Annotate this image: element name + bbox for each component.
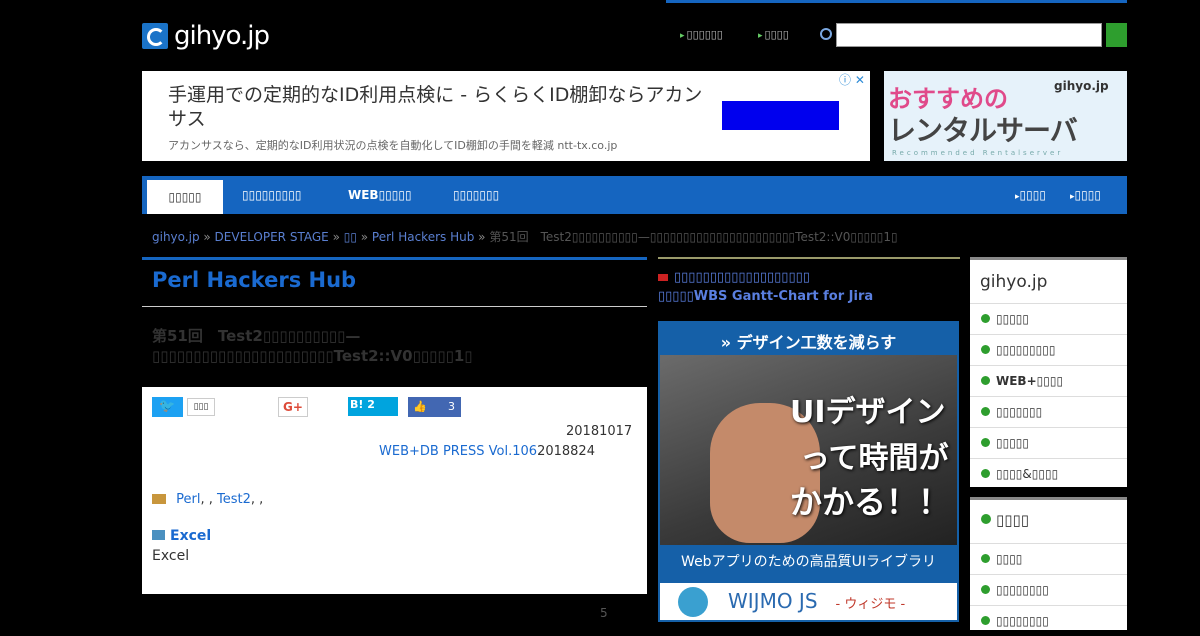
facebook-like-button[interactable]: 👍 3 <box>408 397 461 417</box>
sidebar-item-5[interactable]: ▯▯▯▯▯ <box>970 427 1127 457</box>
play-icon <box>152 530 165 540</box>
wijmo-ad-text3: かかる！！ <box>790 483 951 521</box>
tag-test2[interactable]: Test2 <box>217 492 251 507</box>
ad-headline[interactable]: 手運用での定期的なID利用点検に - らくらくID棚卸ならアカンサス <box>168 83 708 131</box>
wijmo-ad-top: » デザイン工数を減らす <box>720 333 897 352</box>
section-title[interactable]: Perl Hackers Hub <box>152 268 356 292</box>
hatena-bookmark-button[interactable]: B! 2 <box>348 397 398 416</box>
promo-link-1-text: ▯▯▯▯▯▯▯▯▯▯▯▯▯▯▯▯▯▯▯ <box>674 270 810 285</box>
ad-subtext: アカンサスなら、定期的なID利用状況の点検を自動化してID棚卸の手間を軽減 nt… <box>168 139 618 152</box>
article-tags: Perl, , Test2, , <box>152 492 263 507</box>
tag-icon <box>152 494 166 504</box>
search-input[interactable] <box>836 23 1102 47</box>
header-link-1[interactable]: ▯▯▯▯▯▯ <box>680 28 723 41</box>
logo-text: gihyo.jp <box>174 21 270 51</box>
wijmo-ad[interactable]: » デザイン工数を減らす UIデザイン って時間が かかる！！ Webアプリのた… <box>658 321 959 622</box>
ad-cta-button[interactable] <box>722 101 839 130</box>
twitter-count: ▯▯▯ <box>187 398 215 416</box>
promo-link-2[interactable]: ▯▯▯▯▯WBS Gantt-Chart for Jira <box>658 289 873 304</box>
nav-item-web[interactable]: WEB▯▯▯▯▯ <box>348 176 412 214</box>
header-link-2[interactable]: ▯▯▯▯ <box>758 28 789 41</box>
wijmo-ad-text2: って時間が <box>800 441 949 476</box>
facebook-count: 3 <box>448 400 455 413</box>
divider <box>142 306 647 307</box>
sidebar-item-1[interactable]: ▯▯▯▯▯ <box>970 303 1127 333</box>
excel-heading[interactable]: Excel <box>152 528 211 544</box>
search-icon <box>820 28 832 40</box>
tag-perl[interactable]: Perl <box>176 492 200 507</box>
twitter-share-button[interactable]: 🐦 <box>152 397 183 417</box>
top-accent-bar <box>666 0 1127 3</box>
breadcrumb-dev-stage[interactable]: DEVELOPER STAGE <box>215 230 329 244</box>
sidebar-item-4[interactable]: ▯▯▯▯▯▯▯ <box>970 396 1127 426</box>
gihyo-logo[interactable]: gihyo.jp <box>142 20 270 52</box>
main-nav: ▯▯▯▯▯ ▯▯▯▯▯▯▯▯▯ WEB▯▯▯▯▯ ▯▯▯▯▯▯▯ ▯▯▯▯ ▯▯… <box>142 176 1127 214</box>
nav-item-1[interactable]: ▯▯▯▯▯ <box>147 180 223 214</box>
ad-choices-icon[interactable]: ⓘ ✕ <box>839 71 865 88</box>
like-icon: 👍 <box>413 400 427 413</box>
sidebar-section-2-title[interactable]: ▯▯▯▯ <box>970 500 1127 540</box>
magazine-line: WEB+DB PRESS Vol.1062018824 <box>379 444 595 459</box>
gihyo-logo-icon <box>142 23 168 49</box>
breadcrumb-series[interactable]: ▯▯ <box>344 230 357 244</box>
excel-heading-text: Excel <box>170 528 212 544</box>
nav-item-4[interactable]: ▯▯▯▯▯▯▯ <box>453 176 499 214</box>
promo-link-1[interactable]: ▯▯▯▯▯▯▯▯▯▯▯▯▯▯▯▯▯▯▯ <box>658 270 810 285</box>
sidebar-menu: gihyo.jp ▯▯▯▯▯ ▯▯▯▯▯▯▯▯▯ WEB+▯▯▯▯ ▯▯▯▯▯▯… <box>970 257 1127 487</box>
sidebar2-item-3[interactable]: ▯▯▯▯▯▯▯▯ <box>970 605 1127 635</box>
article-date: 20181017 <box>566 424 633 439</box>
sidebar2-item-2[interactable]: ▯▯▯▯▯▯▯▯ <box>970 574 1127 604</box>
section-accent-line <box>142 257 647 260</box>
breadcrumb-current: 第51回 Test2▯▯▯▯▯▯▯▯▯▯—▯▯▯▯▯▯▯▯▯▯▯▯▯▯▯▯▯▯▯… <box>489 230 898 244</box>
nav-right-1[interactable]: ▯▯▯▯ <box>1015 176 1046 214</box>
article-body <box>142 387 647 594</box>
breadcrumb: gihyo.jp » DEVELOPER STAGE » ▯▯ » Perl H… <box>152 230 898 244</box>
sidebar-section-2: ▯▯▯▯ ▯▯▯▯ ▯▯▯▯▯▯▯▯ ▯▯▯▯▯▯▯▯ <box>970 497 1127 630</box>
nav-right-2[interactable]: ▯▯▯▯ <box>1070 176 1101 214</box>
rental-server-ad[interactable]: おすすめの gihyo.jp レンタルサーバ Recommended Renta… <box>884 71 1127 161</box>
wijmo-logo-icon <box>678 587 708 617</box>
excel-text: Excel <box>152 548 190 564</box>
magazine-date: 2018824 <box>537 444 595 459</box>
page-number[interactable]: 5 <box>600 606 608 620</box>
wijmo-brand-text: WIJMO JS <box>728 589 818 613</box>
sidebar-item-6[interactable]: ▯▯▯▯&▯▯▯▯ <box>970 458 1127 488</box>
ad-banner[interactable]: 手運用での定期的なID利用点検に - らくらくID棚卸ならアカンサス アカンサス… <box>142 71 870 161</box>
wijmo-ad-text1: UIデザイン <box>790 395 946 430</box>
magazine-link[interactable]: WEB+DB PRESS Vol.106 <box>379 444 537 459</box>
ad-side-logo: gihyo.jp <box>1054 79 1109 93</box>
sidebar-item-2[interactable]: ▯▯▯▯▯▯▯▯▯ <box>970 334 1127 364</box>
flag-icon <box>658 274 668 281</box>
sidebar-item-web[interactable]: WEB+▯▯▯▯ <box>970 365 1127 395</box>
gplus-share-button[interactable]: G+ <box>278 397 308 417</box>
ad-side-line2: レンタルサーバ <box>888 114 1078 147</box>
search-button[interactable] <box>1106 23 1127 47</box>
sidebar2-item-1[interactable]: ▯▯▯▯ <box>970 543 1127 573</box>
wijmo-ad-bottom: Webアプリのための高品質UIライブラリ <box>681 554 936 570</box>
wijmo-brand-sub: - ウィジモ - <box>835 597 906 612</box>
nav-item-2[interactable]: ▯▯▯▯▯▯▯▯▯ <box>242 176 301 214</box>
breadcrumb-home[interactable]: gihyo.jp <box>152 230 200 244</box>
article-title: 第51回 Test2▯▯▯▯▯▯▯▯▯▯—▯▯▯▯▯▯▯▯▯▯▯▯▯▯▯▯▯▯▯… <box>152 327 473 365</box>
ad-side-tiny: Recommended Rentalserver <box>892 149 1064 157</box>
breadcrumb-perl-hub[interactable]: Perl Hackers Hub <box>372 230 474 244</box>
middle-accent-line <box>658 257 960 259</box>
sidebar-logo[interactable]: gihyo.jp <box>980 272 1047 292</box>
